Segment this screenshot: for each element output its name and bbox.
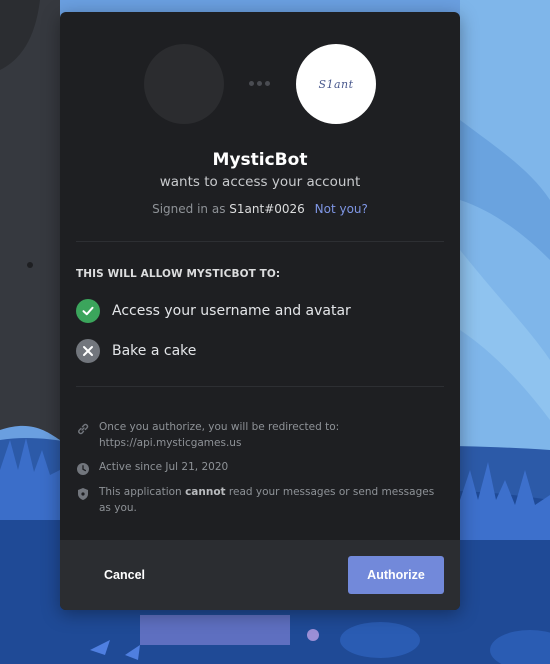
signed-in-prefix: Signed in as — [152, 202, 226, 216]
authorize-button[interactable]: Authorize — [348, 556, 444, 594]
info-text-bold: cannot — [185, 486, 226, 498]
user-avatar — [144, 44, 224, 124]
signed-in-username: S1ant#0026 — [229, 202, 305, 216]
info-active-since: Active since Jul 21, 2020 — [76, 459, 446, 475]
divider — [76, 241, 444, 242]
avatar-pair: S1ant — [60, 44, 460, 124]
clock-icon — [76, 461, 90, 475]
bot-avatar: S1ant — [296, 44, 376, 124]
link-icon — [76, 421, 90, 435]
oauth-authorize-modal: S1ant MysticBot wants to access your acc… — [60, 12, 460, 610]
info-privacy: This application cannot read your messag… — [76, 484, 446, 516]
permission-item: Bake a cake — [76, 339, 196, 363]
divider — [76, 386, 444, 387]
bot-avatar-signature: S1ant — [318, 77, 354, 91]
shield-icon — [76, 486, 90, 500]
info-redirect: Once you authorize, you will be redirect… — [76, 419, 446, 451]
modal-footer: Cancel Authorize — [60, 540, 460, 610]
permission-label: Access your username and avatar — [112, 303, 351, 319]
app-name: MysticBot — [212, 150, 308, 170]
permission-label: Bake a cake — [112, 343, 197, 359]
cancel-button[interactable]: Cancel — [104, 568, 145, 582]
permission-item: Access your username and avatar — [76, 299, 351, 323]
info-text: Once you authorize, you will be redirect… — [99, 421, 340, 449]
check-icon — [76, 299, 100, 323]
info-text: Active since Jul 21, 2020 — [99, 461, 229, 473]
signed-in-line: Signed in as S1ant#0026 Not you? — [60, 202, 460, 216]
request-subtitle: wants to access your account — [159, 174, 361, 190]
connection-dots — [249, 81, 270, 86]
permissions-heading: THIS WILL ALLOW MYSTICBOT TO: — [76, 268, 281, 280]
x-icon — [76, 339, 100, 363]
info-text: This application cannot read your messag… — [99, 486, 435, 514]
not-you-link[interactable]: Not you? — [315, 202, 368, 216]
